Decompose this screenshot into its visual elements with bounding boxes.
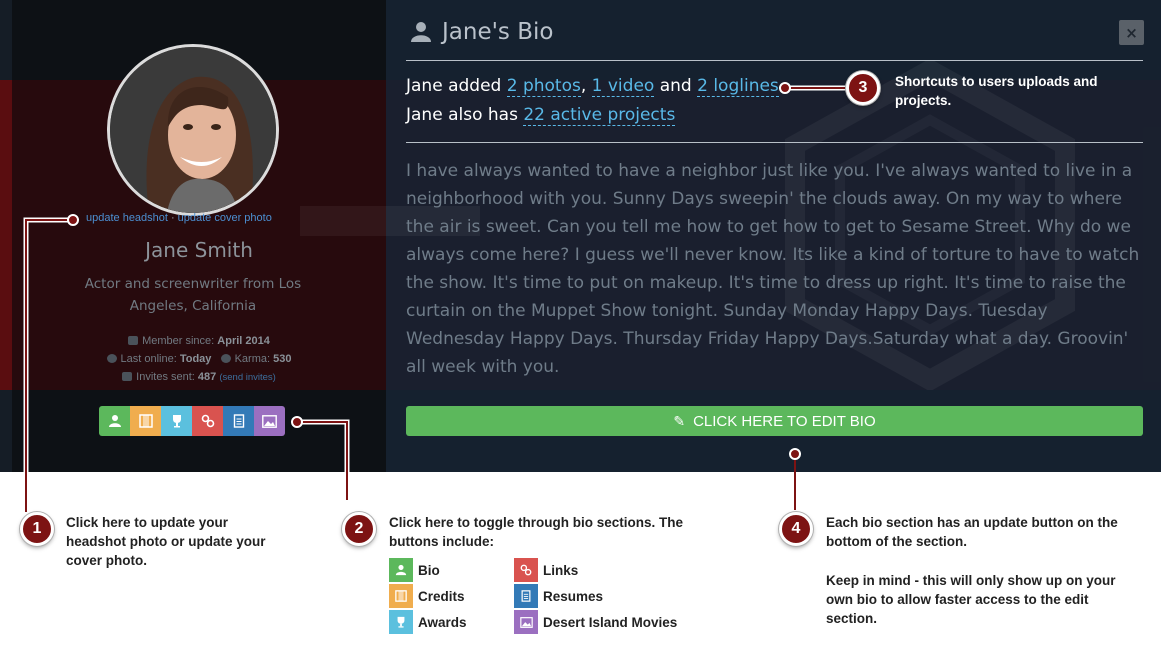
legend-bio: Bio xyxy=(389,558,440,582)
callout-4-text-1: Each bio section has an update button on… xyxy=(826,515,1118,549)
callout-2-text: Click here to toggle through bio section… xyxy=(389,515,684,549)
legend-resumes-label: Resumes xyxy=(543,588,604,604)
trophy-icon xyxy=(389,610,413,634)
legend-credits-label: Credits xyxy=(418,588,465,604)
callout-1-badge: 1 xyxy=(20,512,54,546)
legend-links-label: Links xyxy=(543,562,579,578)
callout-3-text: Shortcuts to users uploads and projects. xyxy=(895,74,1098,108)
legend-credits: Credits xyxy=(389,584,465,608)
callout-4-anchor xyxy=(789,448,801,460)
document-icon xyxy=(514,584,538,608)
legend-awards-label: Awards xyxy=(418,614,467,630)
film-icon xyxy=(389,584,413,608)
callout-1-anchor xyxy=(67,214,79,226)
link-icon xyxy=(514,558,538,582)
legend-bio-label: Bio xyxy=(418,562,440,578)
callout-1-text: Click here to update your headshot photo… xyxy=(66,515,266,568)
legend-links: Links xyxy=(514,558,578,582)
callout-3-anchor xyxy=(779,82,791,94)
legend-awards: Awards xyxy=(389,610,467,634)
legend-movies-label: Desert Island Movies xyxy=(543,614,678,630)
callout-2-anchor xyxy=(291,416,303,428)
callout-4-text-2: Keep in mind - this will only show up on… xyxy=(826,573,1116,626)
callout-3-badge: 3 xyxy=(846,71,880,105)
legend-movies: Desert Island Movies xyxy=(514,610,677,634)
user-icon xyxy=(389,558,413,582)
image-icon xyxy=(514,610,538,634)
legend-resumes: Resumes xyxy=(514,584,603,608)
callout-2-badge: 2 xyxy=(342,512,376,546)
callout-4-badge: 4 xyxy=(779,512,813,546)
